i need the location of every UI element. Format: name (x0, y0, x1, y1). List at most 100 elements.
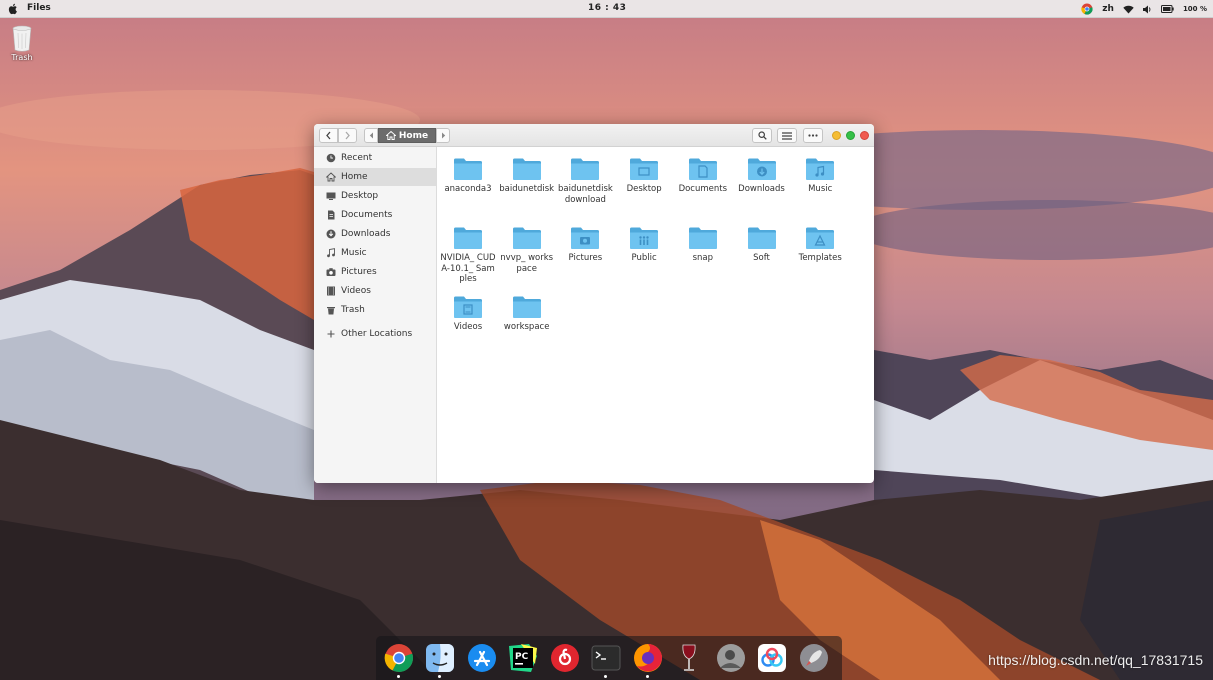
sidebar-item-downloads[interactable]: Downloads (314, 225, 436, 243)
file-name: Soft (753, 253, 770, 263)
pycharm-icon: PC (509, 644, 537, 672)
triangle-left-icon (369, 132, 373, 139)
folder-icon (454, 158, 482, 180)
clock[interactable]: 16 : 43 (588, 3, 626, 13)
folder-icon (512, 227, 541, 249)
download-icon (326, 229, 336, 239)
path-scroll-left-button[interactable] (364, 128, 378, 143)
film-icon (326, 286, 336, 296)
clock-icon (326, 153, 336, 163)
dock-app-store[interactable] (466, 642, 498, 674)
sidebar-item-label: Downloads (341, 229, 391, 239)
sidebar-item-documents[interactable]: Documents (314, 206, 436, 224)
svg-text:PC: PC (515, 652, 529, 662)
path-bar-home[interactable]: Home (378, 128, 436, 143)
sidebar-item-desktop[interactable]: Desktop (314, 187, 436, 205)
app-name[interactable]: Files (27, 3, 51, 13)
path-scroll-right-button[interactable] (436, 128, 450, 143)
finder-icon (426, 644, 454, 672)
file-item[interactable]: anaconda3 (439, 157, 497, 195)
dock-finder[interactable] (424, 642, 456, 678)
file-item[interactable]: Public (615, 226, 673, 264)
chrome-tray-icon[interactable] (1081, 3, 1093, 15)
file-name: Documents (678, 184, 728, 194)
sidebar-item-label: Other Locations (341, 329, 413, 339)
dock-chrome[interactable] (383, 642, 415, 678)
folder-icon (512, 296, 541, 318)
dock-baidu-netdisk[interactable] (756, 642, 788, 674)
folder-icon (571, 158, 600, 180)
running-indicator (397, 675, 400, 678)
plus-icon (326, 329, 336, 339)
sidebar-item-recent[interactable]: Recent (314, 149, 436, 167)
file-item[interactable]: Templates (791, 226, 849, 264)
maximize-button[interactable] (846, 131, 855, 140)
running-indicator (604, 675, 607, 678)
folder-templates-icon (806, 227, 835, 249)
file-name: baidunetdiskdownload (557, 184, 613, 205)
music-icon (326, 248, 336, 258)
file-item[interactable]: snap (674, 226, 732, 264)
dock-wine[interactable] (673, 642, 705, 674)
window-headerbar: Home (314, 124, 874, 147)
folder-downloads-icon (747, 158, 776, 180)
ellipsis-icon (808, 134, 818, 137)
folder-pictures-icon (571, 227, 600, 249)
file-item[interactable]: Pictures (556, 226, 614, 264)
view-list-button[interactable] (777, 128, 797, 143)
back-button[interactable] (319, 128, 338, 143)
file-name: Downloads (738, 184, 785, 194)
file-item[interactable]: Music (791, 157, 849, 195)
wifi-icon[interactable] (1123, 5, 1134, 14)
folder-icon (512, 158, 541, 180)
sidebar-item-other-locations[interactable]: Other Locations (314, 325, 436, 343)
folder-videos-icon (454, 296, 482, 318)
file-item[interactable]: Desktop (615, 157, 673, 195)
desktop-trash-label: Trash (11, 53, 33, 62)
desktop-trash[interactable]: Trash (6, 25, 38, 62)
battery-icon[interactable] (1160, 5, 1174, 13)
volume-icon[interactable] (1142, 5, 1152, 14)
dock-launchpad[interactable] (798, 642, 830, 674)
triangle-right-icon (441, 132, 445, 139)
sidebar-item-pictures[interactable]: Pictures (314, 263, 436, 281)
dock-firefox[interactable] (632, 642, 664, 678)
watermark-text: https://blog.csdn.net/qq_17831715 (988, 652, 1203, 668)
close-button[interactable] (860, 131, 869, 140)
baidu-netdisk-icon (758, 644, 786, 672)
dock: PC (376, 636, 842, 680)
dock-pycharm[interactable]: PC (507, 642, 539, 674)
file-name: nvvp_ workspace (500, 253, 554, 274)
battery-percentage: 100 % (1182, 5, 1207, 13)
sidebar-item-label: Pictures (341, 267, 377, 277)
file-item[interactable]: Videos (439, 295, 497, 333)
sidebar-item-trash[interactable]: Trash (314, 301, 436, 319)
file-item[interactable]: NVIDIA_ CUDA-10.1_ Samples (439, 226, 497, 285)
file-item[interactable]: baidunetdiskdownload (556, 157, 614, 205)
dock-terminal[interactable] (590, 642, 622, 678)
sidebar-item-home[interactable]: Home (314, 168, 436, 186)
list-view-icon (782, 131, 792, 140)
sidebar-item-music[interactable]: Music (314, 244, 436, 262)
file-item[interactable]: Documents (674, 157, 732, 195)
running-indicator (646, 675, 649, 678)
minimize-button[interactable] (832, 131, 841, 140)
dock-avatar-app[interactable] (715, 642, 747, 674)
file-item[interactable]: baidunetdisk (498, 157, 556, 195)
apple-icon[interactable] (8, 3, 18, 15)
file-item[interactable]: Soft (733, 226, 791, 264)
search-button[interactable] (752, 128, 772, 143)
more-menu-button[interactable] (803, 128, 823, 143)
home-icon (385, 131, 396, 140)
input-method-indicator[interactable]: zh (1102, 4, 1114, 14)
sidebar-item-videos[interactable]: Videos (314, 282, 436, 300)
dock-netease-music[interactable] (549, 642, 581, 674)
file-name: Public (631, 253, 657, 263)
file-item[interactable]: nvvp_ workspace (498, 226, 556, 274)
file-item[interactable]: workspace (498, 295, 556, 333)
file-item[interactable]: Downloads (733, 157, 791, 195)
terminal-icon (591, 645, 621, 671)
path-bar-home-label: Home (398, 130, 429, 141)
search-icon (757, 131, 767, 140)
forward-button[interactable] (338, 128, 357, 143)
